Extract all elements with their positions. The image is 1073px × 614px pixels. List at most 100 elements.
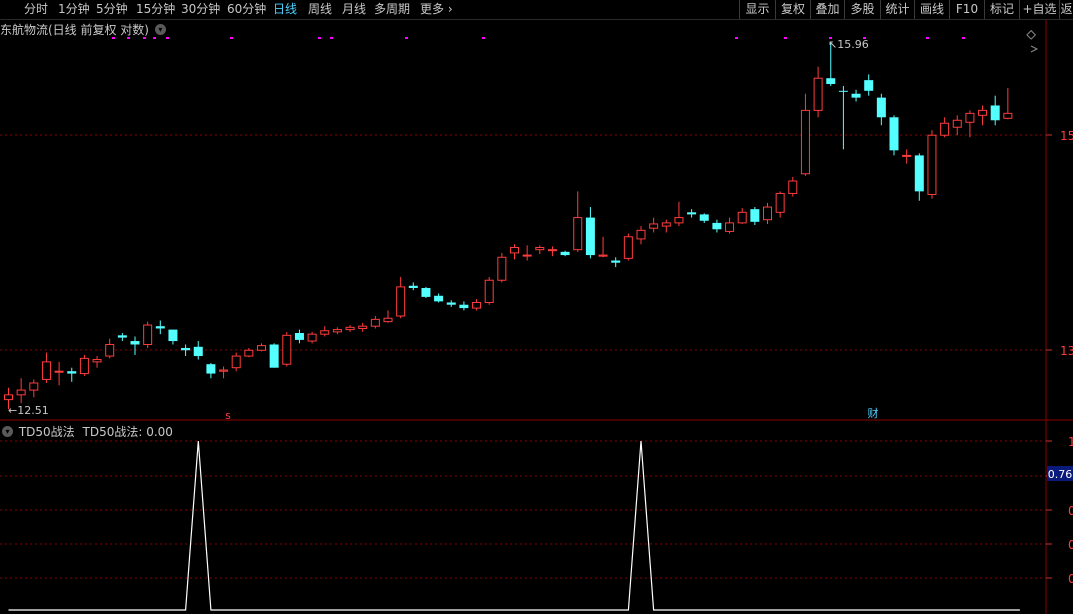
- candle: [737, 211, 747, 224]
- low-price-label: ←12.51: [8, 404, 49, 417]
- candle: [206, 364, 216, 374]
- candle: [889, 117, 899, 151]
- candle: [434, 295, 444, 302]
- toolbar-button-2[interactable]: 叠加: [810, 0, 844, 19]
- indicator-info: ▾ TD50战法 TD50战法: 0.00: [0, 423, 173, 440]
- candle: [687, 212, 697, 215]
- signal-dot: [405, 37, 408, 39]
- candle: [788, 180, 798, 194]
- period-tab-6[interactable]: 日线: [273, 1, 297, 17]
- marker-cai-label: 财: [868, 406, 879, 420]
- toolbar-button-5[interactable]: 画线: [914, 0, 949, 19]
- period-tab-9[interactable]: 多周期: [374, 1, 410, 17]
- period-toolbar: 分时 1分钟 5分钟 15分钟 30分钟 60分钟 日线 周线 月线 多周期 更多 › 显示 复权 叠加多…: [0, 0, 1073, 20]
- candle: [358, 325, 368, 329]
- candle: [864, 80, 874, 91]
- candle: [130, 341, 140, 345]
- candle: [623, 236, 633, 259]
- candle: [661, 222, 671, 227]
- period-tab-5[interactable]: 60分钟: [227, 1, 266, 17]
- candle: [408, 285, 418, 288]
- candle: [522, 254, 532, 257]
- candle: [421, 287, 431, 297]
- candle: [446, 302, 456, 305]
- candle: [510, 247, 519, 254]
- candle: [79, 357, 89, 375]
- candle: [269, 344, 279, 368]
- signal-dot: [735, 37, 738, 39]
- signal-dot: [230, 37, 233, 39]
- period-tab-8[interactable]: 月线: [342, 1, 366, 17]
- candle: [800, 109, 810, 175]
- candle: [219, 369, 229, 372]
- candle: [838, 90, 848, 92]
- candle: [181, 347, 191, 351]
- candle: [940, 122, 950, 136]
- marker-s-label: s: [225, 409, 231, 422]
- candle: [978, 109, 988, 116]
- chevron-down-icon[interactable]: ▾: [2, 426, 13, 437]
- toolbar-button-8[interactable]: +自选: [1019, 0, 1059, 19]
- period-tab-10[interactable]: 更多 ›: [420, 1, 453, 17]
- toolbar-button-7[interactable]: 标记: [984, 0, 1019, 19]
- toolbar-button-6[interactable]: F10: [949, 0, 984, 19]
- signal-dot: [318, 37, 321, 39]
- indicator-name: TD50战法: [18, 425, 75, 439]
- candle: [282, 334, 292, 365]
- toolbar-button-3[interactable]: 多股: [844, 0, 880, 19]
- signal-dot: [926, 37, 929, 39]
- candle: [92, 359, 102, 363]
- candle: [332, 329, 342, 333]
- candle: [54, 370, 64, 373]
- period-tab-4[interactable]: 30分钟: [181, 1, 220, 17]
- candle: [117, 335, 127, 338]
- signal-dot: [962, 37, 965, 39]
- candle: [965, 112, 975, 123]
- candle: [244, 349, 254, 357]
- candle: [952, 119, 962, 128]
- candle: [598, 254, 608, 257]
- candle: [41, 361, 51, 380]
- candle: [307, 333, 317, 342]
- candle: [16, 389, 26, 396]
- period-tab-7[interactable]: 周线: [308, 1, 332, 17]
- candle: [851, 93, 861, 98]
- indicator-axis-label: 0: [1068, 572, 1073, 586]
- candle: [560, 251, 570, 256]
- candle: [649, 223, 659, 229]
- period-tab-1[interactable]: 1分钟: [58, 1, 90, 17]
- chevron-right-icon: [1030, 45, 1039, 53]
- indicator-axis-label: 0: [1068, 504, 1073, 518]
- high-price-label: ↖15.96: [828, 38, 869, 51]
- period-tab-0[interactable]: 分时: [24, 1, 48, 17]
- indicator-line: [8, 440, 1020, 611]
- candle: [990, 105, 1000, 121]
- kline-chart[interactable]: 1513↖15.96←12.51s财100000.76: [0, 20, 1073, 614]
- candle: [585, 217, 595, 256]
- candle: [876, 97, 886, 118]
- period-tab-3[interactable]: 15分钟: [136, 1, 175, 17]
- candle: [1003, 112, 1013, 119]
- signal-dot: [482, 37, 485, 39]
- candle: [29, 382, 39, 391]
- candle: [168, 329, 178, 342]
- chevron-down-icon[interactable]: ▾: [154, 24, 166, 35]
- candle: [497, 256, 507, 281]
- candle: [396, 286, 406, 317]
- candle: [902, 154, 912, 157]
- toolbar-button-0[interactable]: 显示: [739, 0, 775, 19]
- candle: [535, 247, 545, 251]
- indicator-axis-label: 0: [1068, 538, 1073, 552]
- price-axis-label: 15: [1060, 129, 1073, 143]
- candle: [294, 333, 304, 340]
- candle: [763, 206, 772, 221]
- period-tab-2[interactable]: 5分钟: [96, 1, 128, 17]
- toolbar-button-9[interactable]: 返: [1059, 0, 1073, 19]
- candle: [712, 222, 722, 230]
- toolbar-button-4[interactable]: 统计: [880, 0, 914, 19]
- toolbar-button-1[interactable]: 复权: [775, 0, 810, 19]
- candle: [636, 229, 646, 240]
- diamond-icon: [1026, 29, 1037, 40]
- candle: [459, 304, 469, 309]
- candle: [345, 326, 355, 331]
